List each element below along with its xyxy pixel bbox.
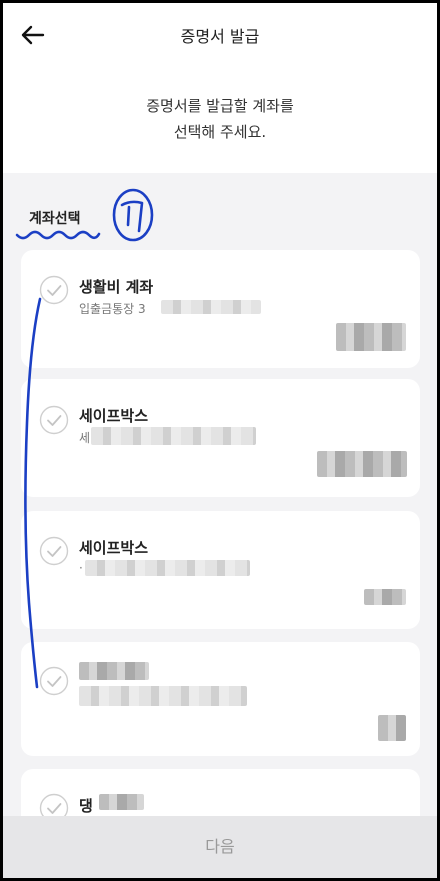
masked-balance xyxy=(378,715,406,741)
account-name: 세이프박스 xyxy=(79,539,149,557)
masked-balance xyxy=(336,323,406,351)
account-card[interactable]: 세이프박스 세 xyxy=(21,379,420,497)
masked-balance xyxy=(364,589,406,605)
account-card[interactable]: 세이프박스 · xyxy=(21,511,420,629)
footer: 다음 xyxy=(3,816,437,878)
next-button[interactable]: 다음 xyxy=(3,816,437,878)
check-circle-icon xyxy=(39,275,69,305)
instruction-line-1: 증명서를 발급할 계좌를 xyxy=(146,97,294,115)
masked-account-name xyxy=(79,662,149,680)
account-name: 세이프박스 xyxy=(79,407,149,425)
account-card[interactable]: 생활비 계좌 입출금통장 3 xyxy=(21,250,420,368)
account-card[interactable] xyxy=(21,642,420,756)
check-circle-icon xyxy=(39,666,69,696)
screen: 증명서 발급 증명서를 발급할 계좌를 선택해 주세요. 계좌선택 생활비 계좌… xyxy=(3,3,437,878)
header: 증명서 발급 증명서를 발급할 계좌를 선택해 주세요. xyxy=(3,3,437,173)
account-subtitle: 세 xyxy=(79,431,91,445)
check-circle-icon xyxy=(39,536,69,566)
instruction-line-2: 선택해 주세요. xyxy=(173,123,267,141)
instruction-text: 증명서를 발급할 계좌를 선택해 주세요. xyxy=(63,93,377,145)
masked-balance xyxy=(317,451,407,477)
check-circle-icon xyxy=(39,405,69,435)
account-subtitle: 입출금통장 3 xyxy=(79,302,146,316)
masked-account-number xyxy=(79,686,247,706)
page-title: 증명서 발급 xyxy=(180,27,260,46)
masked-account-number xyxy=(161,300,261,314)
masked-account-number xyxy=(91,427,256,445)
masked-account-number xyxy=(85,560,250,576)
masked-account-name xyxy=(99,794,144,810)
section-label: 계좌선택 xyxy=(29,211,81,227)
account-subtitle: · xyxy=(79,561,83,575)
account-name: 생활비 계좌 xyxy=(79,278,154,296)
account-name: 댕 xyxy=(79,797,93,815)
